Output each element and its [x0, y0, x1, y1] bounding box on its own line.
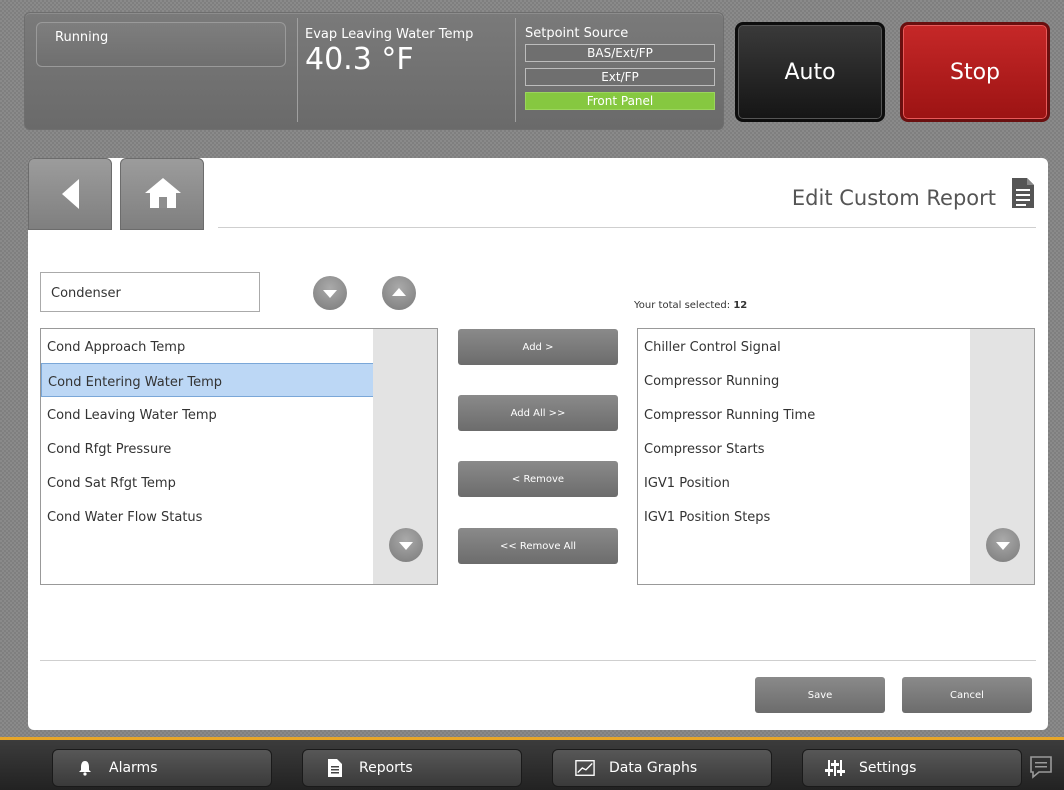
document-icon [325, 758, 345, 778]
chat-icon[interactable] [1028, 754, 1054, 780]
nav-settings-label: Settings [859, 760, 917, 776]
list-item[interactable]: Cond Rfgt Pressure [41, 431, 374, 465]
list-item[interactable]: Compressor Starts [638, 431, 971, 465]
remove-button[interactable]: < Remove [458, 461, 618, 497]
document-icon [1012, 178, 1034, 208]
nav-reports[interactable]: Reports [302, 749, 522, 787]
remove-all-button[interactable]: << Remove All [458, 528, 618, 564]
list-item[interactable]: Chiller Control Signal [638, 329, 971, 363]
nav-data-graphs-label: Data Graphs [609, 760, 698, 776]
nav-settings[interactable]: Settings [802, 749, 1022, 787]
selected-points-list[interactable]: Chiller Control Signal Compressor Runnin… [637, 328, 1035, 585]
setpoint-option-front-panel: Front Panel [525, 92, 715, 110]
category-next-button[interactable] [313, 276, 347, 310]
list-item[interactable]: IGV1 Position Steps [638, 499, 971, 533]
list-item[interactable]: Cond Leaving Water Temp [41, 397, 374, 431]
total-selected: Your total selected: 12 [634, 300, 747, 311]
back-button[interactable] [28, 158, 112, 230]
main-panel: Edit Custom Report Condenser Cond Approa… [28, 158, 1048, 730]
scroll-down-button[interactable] [389, 528, 423, 562]
cancel-button[interactable]: Cancel [902, 677, 1032, 713]
line-chart-icon [575, 758, 595, 778]
scroll-down-button[interactable] [986, 528, 1020, 562]
available-points-list[interactable]: Cond Approach Temp Cond Entering Water T… [40, 328, 438, 585]
chevron-down-icon [323, 290, 337, 298]
nav-alarms-label: Alarms [109, 760, 158, 776]
bell-icon [75, 758, 95, 778]
sliders-icon [825, 758, 845, 778]
list-item[interactable]: Compressor Running Time [638, 397, 971, 431]
list-item[interactable]: Cond Approach Temp [41, 329, 374, 363]
list-item[interactable]: Cond Water Flow Status [41, 499, 374, 533]
list-item[interactable]: Cond Sat Rfgt Temp [41, 465, 374, 499]
back-arrow-icon [62, 179, 79, 209]
chevron-down-icon [399, 542, 413, 550]
nav-alarms[interactable]: Alarms [52, 749, 272, 787]
save-button[interactable]: Save [755, 677, 885, 713]
footer-nav: Alarms Reports Data Graphs Settings [0, 740, 1064, 790]
stop-button[interactable]: Stop [900, 22, 1050, 122]
divider [297, 18, 298, 122]
auto-button[interactable]: Auto [735, 22, 885, 122]
operating-state: Running [36, 22, 286, 67]
title-divider [218, 227, 1036, 228]
home-button[interactable] [120, 158, 204, 230]
nav-data-graphs[interactable]: Data Graphs [552, 749, 772, 787]
add-button[interactable]: Add > [458, 329, 618, 365]
home-icon [145, 178, 181, 208]
nav-reports-label: Reports [359, 760, 413, 776]
divider [515, 18, 516, 122]
chevron-down-icon [996, 542, 1010, 550]
evap-leaving-water-temp-label: Evap Leaving Water Temp [305, 27, 474, 42]
list-item[interactable]: IGV1 Position [638, 465, 971, 499]
evap-leaving-water-temp-value: 40.3 °F [305, 42, 414, 77]
page-title: Edit Custom Report [791, 186, 996, 210]
setpoint-source-label: Setpoint Source [525, 26, 629, 41]
add-all-button[interactable]: Add All >> [458, 395, 618, 431]
list-item-selected[interactable]: Cond Entering Water Temp [41, 363, 374, 397]
total-selected-count: 12 [733, 300, 748, 311]
category-select[interactable]: Condenser [40, 272, 260, 312]
category-previous-button[interactable] [382, 276, 416, 310]
chevron-up-icon [392, 288, 406, 296]
actions-divider [40, 660, 1036, 661]
setpoint-option-ext-fp: Ext/FP [525, 68, 715, 86]
list-item[interactable]: Compressor Running [638, 363, 971, 397]
setpoint-option-bas-ext-fp: BAS/Ext/FP [525, 44, 715, 62]
total-selected-label: Your total selected: [634, 300, 731, 311]
